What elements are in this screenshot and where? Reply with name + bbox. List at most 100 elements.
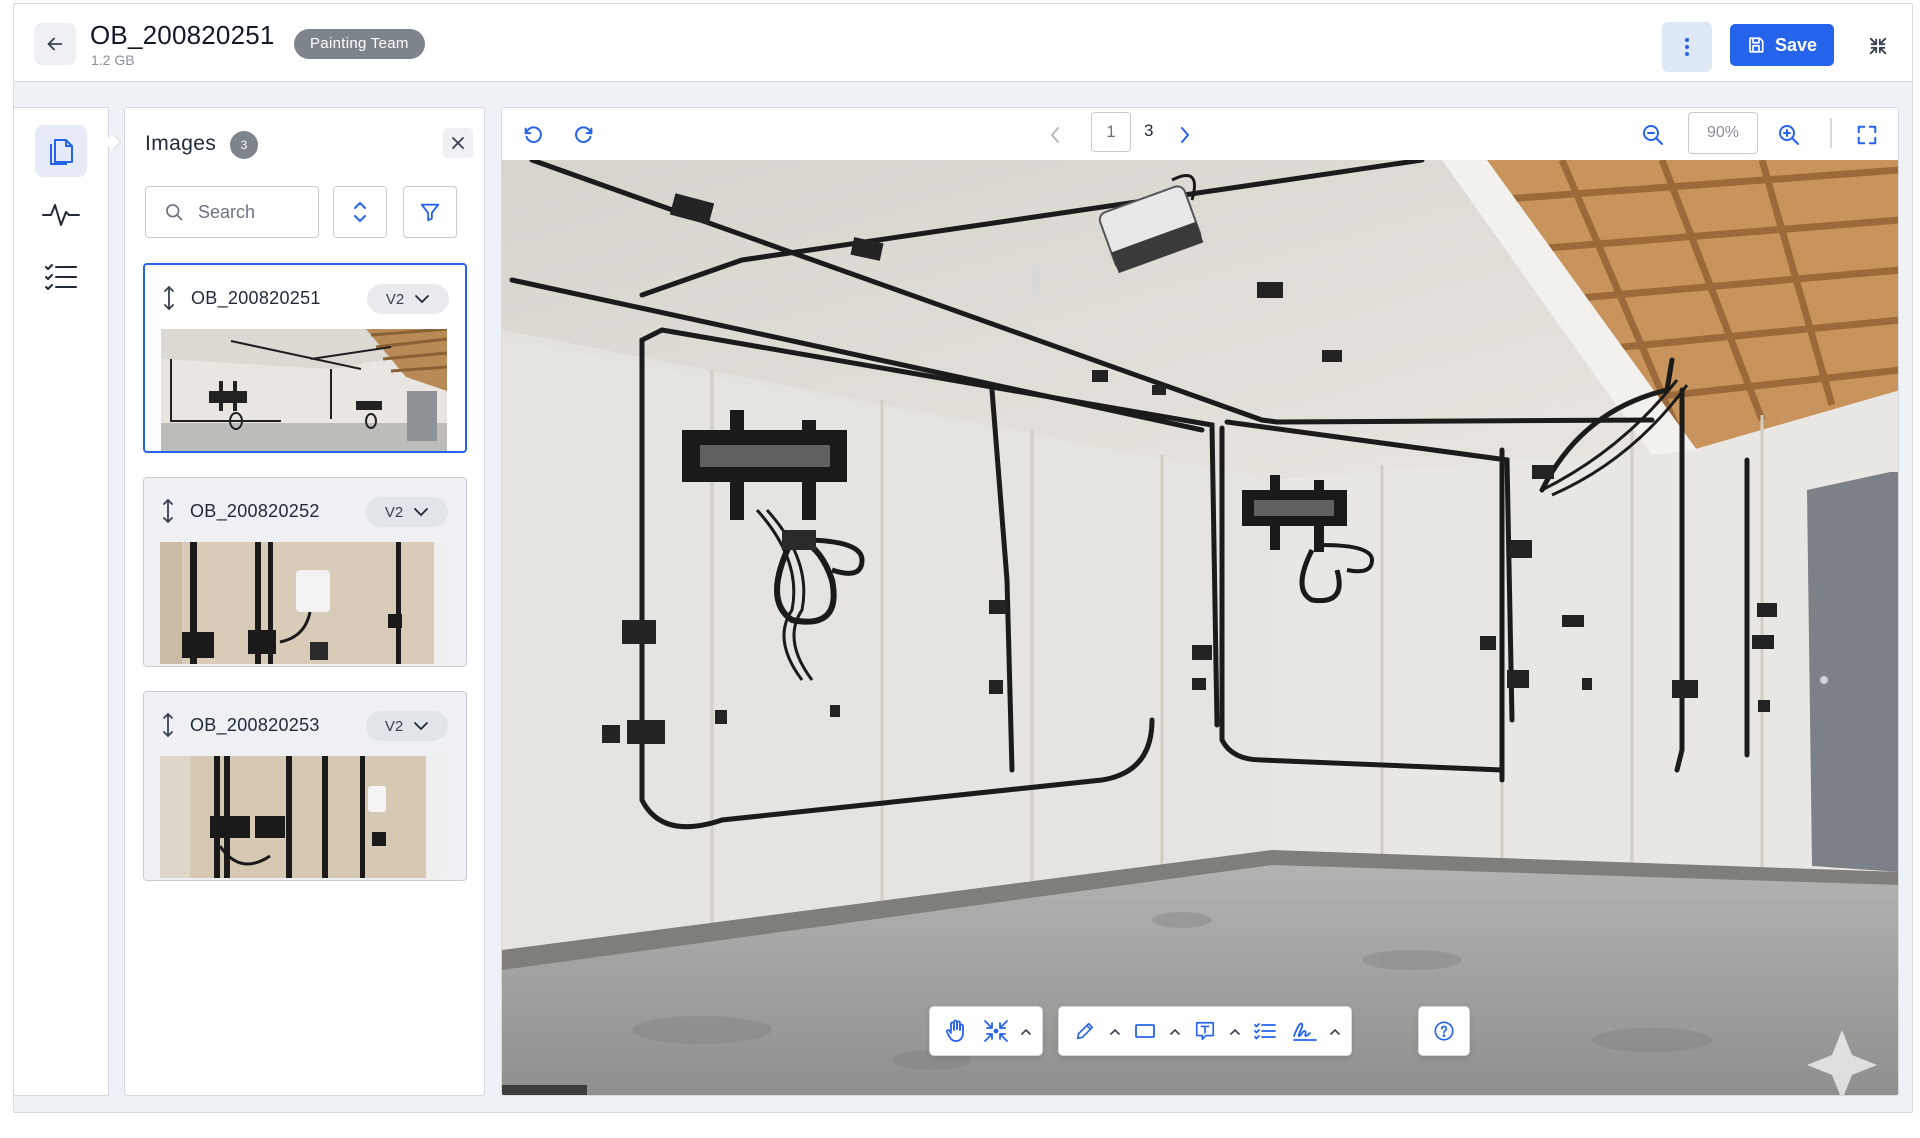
more-options-button[interactable] — [1662, 22, 1712, 72]
back-button[interactable] — [34, 23, 76, 65]
image-canvas[interactable] — [502, 160, 1898, 1095]
version-label: V2 — [384, 503, 404, 521]
chevron-up-icon — [1330, 1028, 1340, 1035]
header: OB_200820251 1.2 GB Painting Team Save — [14, 4, 1912, 82]
undo-button[interactable] — [518, 120, 548, 150]
pencil-icon — [1076, 1022, 1094, 1040]
signature-icon — [1293, 1022, 1317, 1041]
images-panel: Images 3 OB_200820251 V2 — [124, 107, 485, 1096]
next-page-button[interactable] — [1170, 120, 1200, 150]
annotation-toolbar-group — [1058, 1006, 1352, 1056]
text-comment-icon — [1195, 1021, 1215, 1041]
chevron-right-icon — [1181, 127, 1189, 143]
close-panel-button[interactable] — [443, 128, 473, 158]
pan-toolbar-group — [929, 1006, 1043, 1056]
version-select[interactable]: V2 — [366, 711, 448, 741]
page-number-input[interactable] — [1091, 112, 1131, 152]
help-toolbar-group — [1418, 1006, 1470, 1056]
exit-fullscreen-button[interactable] — [1860, 28, 1896, 64]
image-viewer: 3 90% — [501, 107, 1899, 1096]
undo-icon — [524, 126, 542, 143]
signature-tool-options[interactable] — [1327, 1013, 1343, 1049]
team-badge: Painting Team — [294, 29, 425, 59]
fullscreen-icon — [1857, 125, 1877, 145]
image-thumbnail — [160, 542, 446, 664]
filter-button[interactable] — [403, 186, 457, 238]
chevron-down-icon — [414, 508, 429, 516]
chevron-up-icon — [1021, 1028, 1031, 1035]
page-total: 3 — [1144, 121, 1154, 140]
documents-icon — [50, 139, 73, 165]
redo-button[interactable] — [569, 120, 599, 150]
sidebar-item-checklist[interactable] — [35, 251, 87, 303]
previous-page-button[interactable] — [1040, 120, 1070, 150]
collapse-icon — [1869, 37, 1887, 55]
chevron-up-icon — [1110, 1028, 1120, 1035]
signature-tool-button[interactable] — [1287, 1013, 1323, 1049]
drag-handle-icon[interactable] — [160, 498, 176, 524]
save-button[interactable]: Save — [1730, 24, 1834, 66]
save-label: Save — [1774, 34, 1818, 55]
zoom-out-icon — [1643, 125, 1663, 145]
search-box[interactable] — [145, 186, 319, 238]
shape-tool-button[interactable] — [1127, 1013, 1163, 1049]
sidebar-item-documents[interactable] — [35, 125, 87, 177]
checklist-icon — [1254, 1023, 1276, 1040]
zoom-level[interactable]: 90% — [1688, 112, 1758, 154]
app-frame: OB_200820251 1.2 GB Painting Team Save I… — [13, 3, 1913, 1113]
more-vertical-icon — [1685, 38, 1689, 56]
viewer-toolbar: 3 90% — [502, 108, 1898, 160]
chevron-up-icon — [1170, 1028, 1180, 1035]
image-thumbnail — [160, 756, 446, 878]
chevron-left-icon — [1051, 127, 1059, 143]
hand-icon — [946, 1019, 964, 1042]
redo-icon — [575, 126, 593, 143]
drag-handle-icon[interactable] — [161, 285, 177, 311]
zoom-in-button[interactable] — [1774, 120, 1804, 150]
help-icon — [1434, 1021, 1454, 1041]
arrow-left-icon — [47, 37, 63, 51]
zoom-out-button[interactable] — [1638, 120, 1668, 150]
select-tool-button[interactable] — [978, 1013, 1014, 1049]
save-icon — [1749, 37, 1764, 53]
search-input[interactable] — [198, 201, 308, 223]
rectangle-icon — [1135, 1024, 1155, 1038]
pan-tool-button[interactable] — [938, 1013, 974, 1049]
help-button[interactable] — [1426, 1013, 1462, 1049]
image-card[interactable]: OB_200820253 V2 — [143, 691, 467, 881]
sort-icon — [354, 202, 366, 222]
zoom-in-icon — [1779, 125, 1799, 145]
checklist-icon — [45, 264, 77, 290]
image-card[interactable]: OB_200820251 V2 — [143, 263, 467, 453]
text-tool-button[interactable] — [1187, 1013, 1223, 1049]
panel-title: Images — [145, 132, 217, 155]
version-label: V2 — [385, 290, 405, 308]
select-tool-options[interactable] — [1018, 1013, 1034, 1049]
shrink-arrows-icon — [984, 1020, 1008, 1042]
left-rail — [14, 107, 109, 1096]
pen-tool-button[interactable] — [1067, 1013, 1103, 1049]
checklist-tool-button[interactable] — [1247, 1013, 1283, 1049]
image-card[interactable]: OB_200820252 V2 — [143, 477, 467, 667]
card-name: OB_200820252 — [190, 501, 320, 521]
sort-button[interactable] — [333, 186, 387, 238]
activity-icon — [42, 204, 80, 226]
version-select[interactable]: V2 — [367, 284, 449, 314]
chevron-down-icon — [415, 295, 430, 303]
text-tool-options[interactable] — [1227, 1013, 1243, 1049]
chevron-down-icon — [414, 722, 429, 730]
card-name: OB_200820251 — [191, 288, 321, 308]
garage-photo — [502, 160, 1898, 1095]
card-header: OB_200820251 V2 — [145, 265, 465, 329]
card-header: OB_200820253 V2 — [144, 692, 466, 756]
image-thumbnail — [161, 329, 447, 451]
toolbar-divider — [1830, 118, 1832, 148]
pen-tool-options[interactable] — [1107, 1013, 1123, 1049]
version-select[interactable]: V2 — [366, 497, 448, 527]
chevron-up-icon — [1230, 1028, 1240, 1035]
shape-tool-options[interactable] — [1167, 1013, 1183, 1049]
sidebar-item-activity[interactable] — [35, 188, 87, 240]
images-count-badge: 3 — [230, 131, 258, 159]
drag-handle-icon[interactable] — [160, 712, 176, 738]
fullscreen-button[interactable] — [1852, 120, 1882, 150]
